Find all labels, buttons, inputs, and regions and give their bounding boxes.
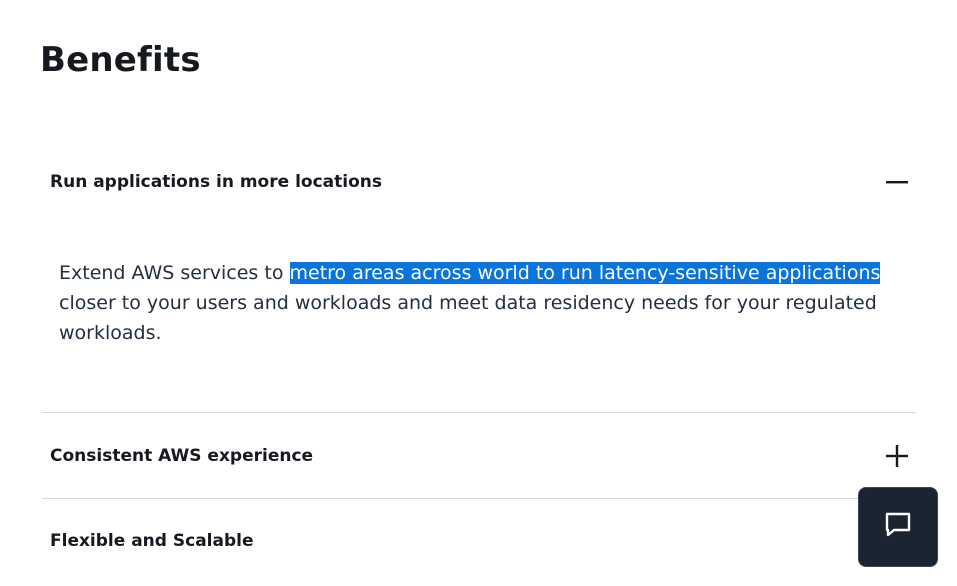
accordion-item-run-applications: Run applications in more locations Exten… [42, 142, 916, 413]
highlighted-text: metro areas across world to run latency-… [289, 262, 881, 284]
accordion-header-flexible-scalable[interactable]: Flexible and Scalable [42, 499, 916, 583]
accordion-title: Flexible and Scalable [50, 531, 254, 551]
section-heading: Benefits [40, 40, 201, 80]
accordion-header-run-applications[interactable]: Run applications in more locations [42, 142, 916, 222]
chat-bubble-icon [884, 511, 912, 543]
accordion-body: Extend AWS services to metro areas acros… [42, 222, 916, 412]
minus-icon[interactable] [886, 171, 908, 193]
body-text-start: Extend AWS services to [59, 262, 290, 284]
body-text-end: closer to your users and workloads and m… [59, 292, 877, 344]
chat-button[interactable] [858, 487, 938, 567]
accordion-item-consistent-experience: Consistent AWS experience [42, 413, 916, 499]
accordion-title: Consistent AWS experience [50, 445, 314, 466]
accordion-header-consistent-experience[interactable]: Consistent AWS experience [42, 413, 916, 498]
accordion-item-flexible-scalable: Flexible and Scalable [42, 499, 916, 583]
benefits-accordion: Run applications in more locations Exten… [42, 142, 916, 583]
benefits-page: Benefits Run applications in more locati… [0, 0, 957, 586]
accordion-title: Run applications in more locations [50, 172, 382, 192]
plus-icon[interactable] [886, 444, 908, 467]
